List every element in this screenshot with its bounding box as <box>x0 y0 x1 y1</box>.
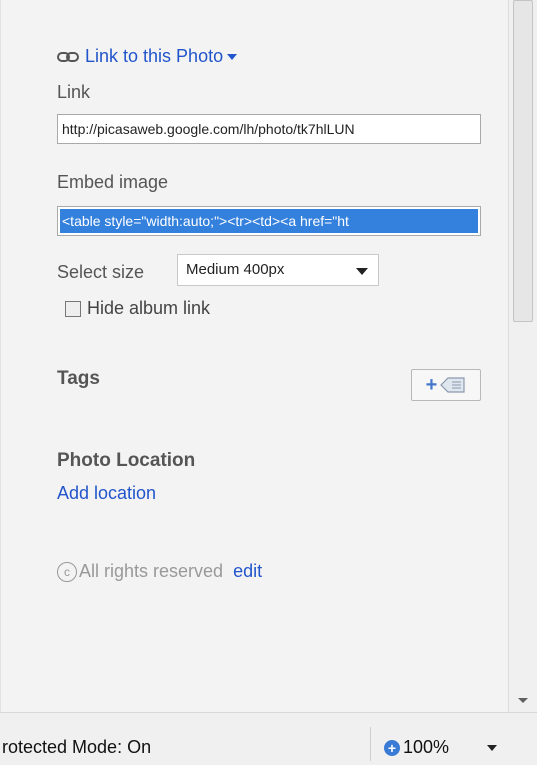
link-url-field[interactable]: http://picasaweb.google.com/lh/photo/tk7… <box>57 114 481 144</box>
select-size-label: Select size <box>57 262 145 282</box>
add-tag-button[interactable]: + <box>411 369 481 401</box>
zoom-level-control[interactable]: + 100% <box>384 737 449 758</box>
dropdown-caret-icon[interactable] <box>227 53 238 60</box>
link-to-photo-toggle[interactable]: Link to this Photo <box>57 46 238 67</box>
link-label: Link <box>57 82 91 102</box>
tags-heading: Tags <box>57 368 100 389</box>
hide-album-link-row[interactable]: Hide album link <box>65 298 210 319</box>
vertical-scrollbar[interactable] <box>508 0 537 712</box>
status-divider <box>370 727 371 761</box>
copyright-icon: c <box>57 561 77 582</box>
chain-link-icon <box>57 51 79 62</box>
browser-status-bar: rotected Mode: On + 100% <box>0 712 537 765</box>
select-size-dropdown[interactable]: Medium 400px <box>177 254 379 286</box>
zoom-icon: + <box>384 739 400 756</box>
photo-location-heading: Photo Location <box>57 450 196 471</box>
zoom-dropdown-icon[interactable] <box>487 745 497 751</box>
scroll-down-arrow-icon[interactable] <box>518 698 528 703</box>
tag-icon <box>440 377 465 393</box>
license-text: All rights reserved <box>79 561 224 581</box>
license-info: c All rights reserved edit <box>57 561 262 582</box>
scrollbar-thumb[interactable] <box>513 0 533 322</box>
select-size-value: Medium 400px <box>186 261 285 278</box>
edit-license-link[interactable]: edit <box>233 561 262 582</box>
protected-mode-status[interactable]: rotected Mode: On <box>2 737 151 758</box>
link-to-photo-label[interactable]: Link to this Photo <box>85 46 223 67</box>
hide-album-link-checkbox[interactable] <box>65 300 81 317</box>
plus-icon: + <box>425 374 438 396</box>
chevron-down-icon <box>356 268 368 275</box>
add-location-link[interactable]: Add location <box>57 483 156 504</box>
hide-album-link-label[interactable]: Hide album link <box>87 298 210 319</box>
zoom-level[interactable]: 100% <box>403 737 449 758</box>
embed-code-field[interactable]: <table style="width:auto;"><tr><td><a hr… <box>57 206 481 236</box>
embed-code-text: <table style="width:auto;"><tr><td><a hr… <box>60 209 478 233</box>
photo-sidebar-panel: Link to this Photo Link http://picasaweb… <box>0 0 509 712</box>
embed-image-label: Embed image <box>57 172 169 192</box>
